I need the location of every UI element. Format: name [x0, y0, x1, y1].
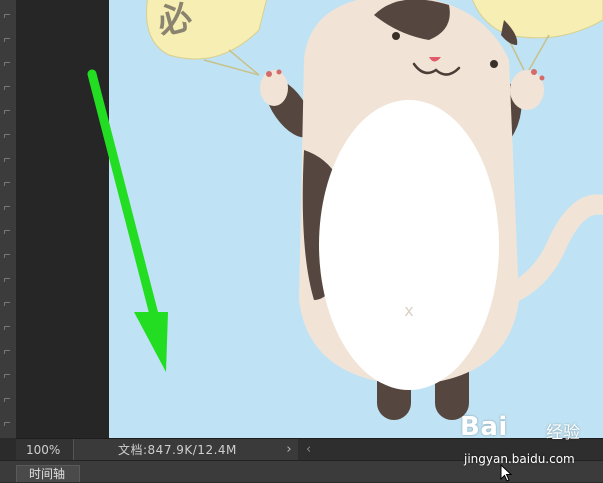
toolbar-tick-icon[interactable]: [4, 374, 10, 378]
watermark-url: jingyan.baidu.com: [464, 452, 575, 466]
tab-timeline[interactable]: 时间轴: [16, 465, 80, 482]
zoom-level-field[interactable]: 100%: [16, 439, 74, 461]
document-canvas[interactable]: 必 x: [109, 0, 603, 438]
watermark-logo-suffix: 经验: [546, 423, 580, 443]
cat-illustration: 必 x: [146, 0, 603, 420]
toolbar-tick-icon[interactable]: [4, 158, 10, 162]
toolbar-tick-icon[interactable]: [4, 86, 10, 90]
canvas-workspace[interactable]: 必 x: [16, 0, 603, 438]
toolbar-tick-icon[interactable]: [4, 14, 10, 18]
toolbar-tick-icon[interactable]: [4, 110, 10, 114]
toolbar-tick-icon[interactable]: [4, 326, 10, 330]
toolbar-tick-icon[interactable]: [4, 422, 10, 426]
document-size-info[interactable]: 文档:847.9K/12.4M: [118, 439, 237, 461]
toolbar-tick-icon[interactable]: [4, 398, 10, 402]
chevron-right-icon[interactable]: ›: [282, 439, 296, 461]
toolbar-tick-icon[interactable]: [4, 254, 10, 258]
svg-text:x: x: [404, 301, 413, 320]
toolbar-tick-icon[interactable]: [4, 206, 10, 210]
watermark-logo: Bai: [460, 412, 508, 442]
chevron-left-icon[interactable]: ‹: [306, 439, 311, 461]
toolbar-tick-icon[interactable]: [4, 278, 10, 282]
mouse-cursor-icon: [500, 464, 513, 482]
toolbar-tick-icon[interactable]: [4, 38, 10, 42]
toolbar-tick-icon[interactable]: [4, 350, 10, 354]
pasteboard: [16, 0, 109, 438]
toolbar-tick-icon[interactable]: [4, 62, 10, 66]
toolbar-tick-icon[interactable]: [4, 230, 10, 234]
toolbar-tick-icon[interactable]: [4, 134, 10, 138]
left-fan: 必: [146, 0, 268, 76]
toolbar-tick-icon[interactable]: [4, 182, 10, 186]
toolbar-tick-icon[interactable]: [4, 302, 10, 306]
left-toolbar: [0, 0, 17, 438]
baidu-watermark: Bai 经验 jingyan.baidu.com: [460, 412, 600, 470]
